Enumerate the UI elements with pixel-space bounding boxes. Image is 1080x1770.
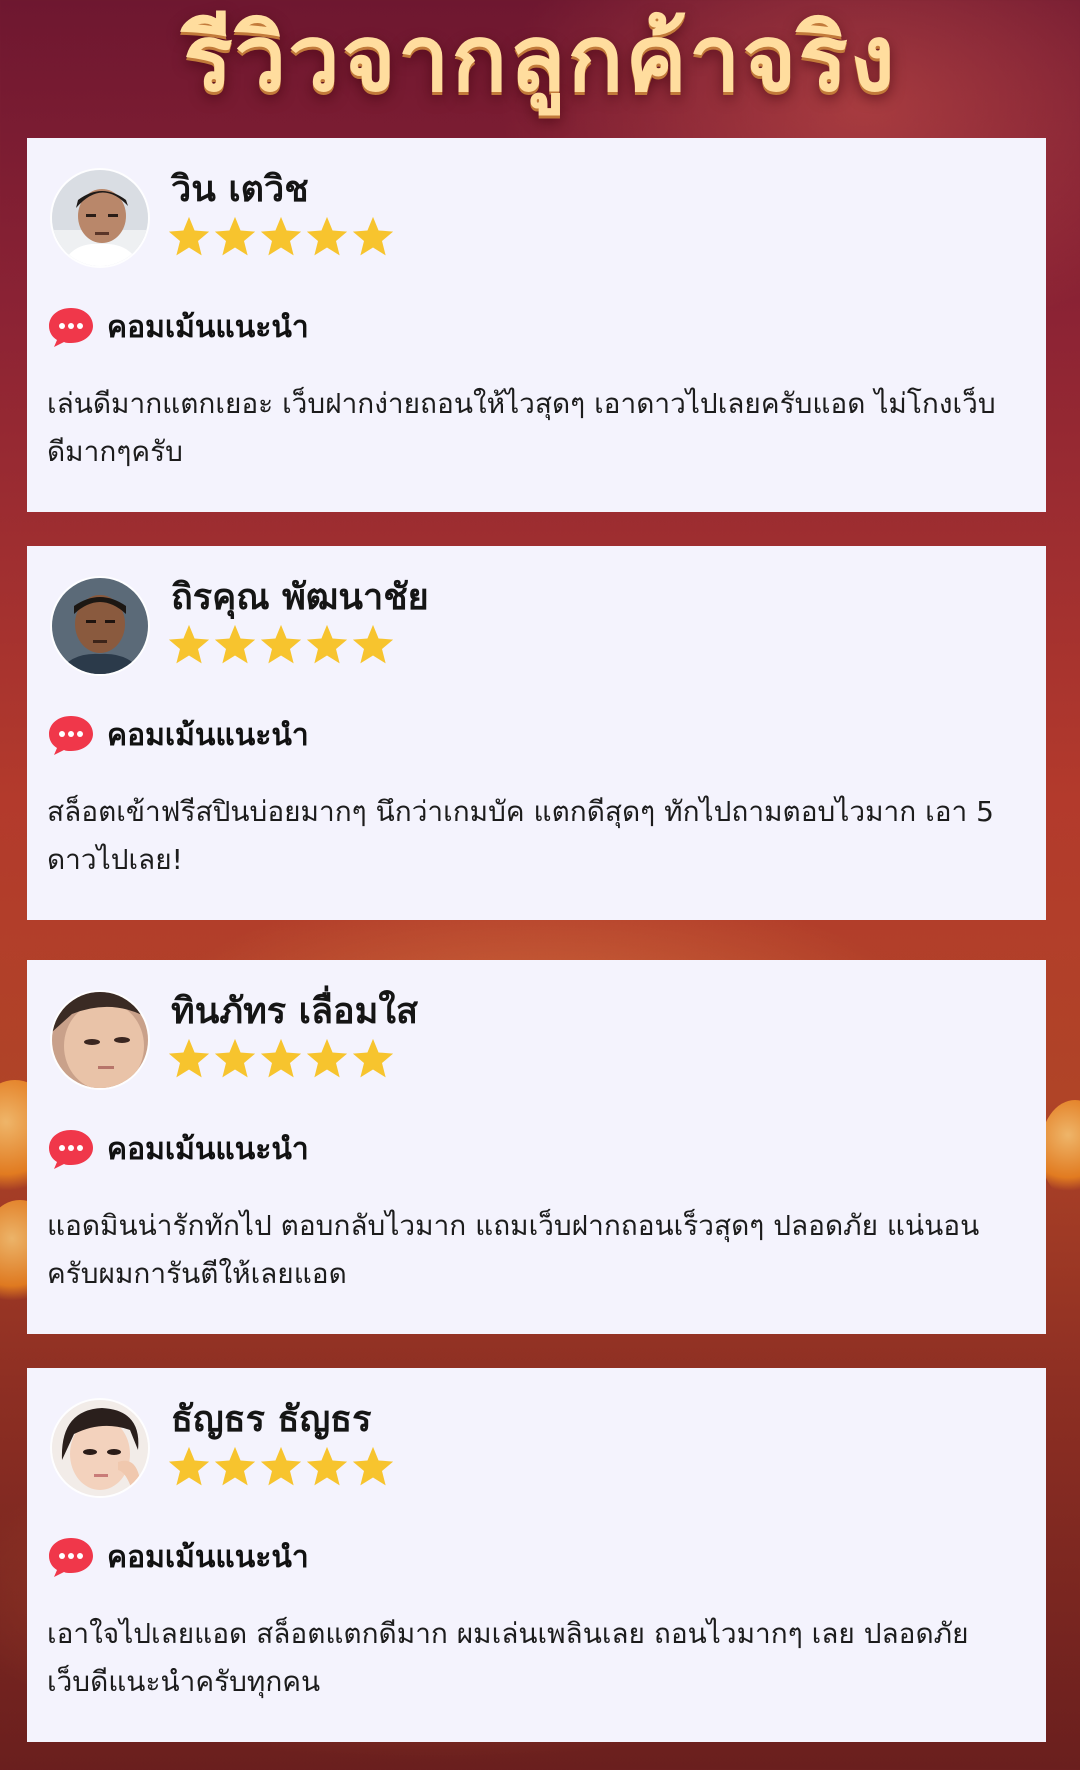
- comment-label: คอมเม้นแนะนำ: [107, 309, 309, 345]
- star-icon: [352, 1446, 394, 1486]
- star-icon: [306, 216, 348, 256]
- avatar-man-cap-icon: [52, 170, 148, 266]
- chat-bubble-icon: [49, 1130, 93, 1169]
- star-icon: [306, 1038, 348, 1078]
- review-text: สล็อตเข้าฟรีสปินบ่อยมากๆ นึกว่าเกมบัค แต…: [47, 795, 994, 876]
- avatar: [52, 992, 148, 1088]
- star-icon: [214, 216, 256, 256]
- lantern-decoration: [1040, 1100, 1080, 1200]
- reviewer-name: ทินภัทร เลื่อมใส: [171, 991, 418, 1032]
- comment-label: คอมเม้นแนะนำ: [107, 1539, 309, 1575]
- star-rating: [166, 214, 396, 260]
- chat-bubble-icon: [49, 308, 93, 347]
- star-rating: [166, 1036, 418, 1082]
- page-title: รีวิวจากลูกค้าจริง: [183, 5, 897, 112]
- avatar: [52, 170, 148, 266]
- star-icon: [352, 624, 394, 664]
- star-icon: [168, 624, 210, 664]
- avatar-man-icon: [52, 578, 148, 674]
- reviewer-name: วิน เตวิช: [171, 169, 309, 210]
- reviewer-name: ถิรคุณ พัฒนาชัย: [171, 577, 429, 618]
- star-icon: [214, 1446, 256, 1486]
- chat-bubble-icon: [49, 1538, 93, 1577]
- star-icon: [352, 216, 394, 256]
- avatar-face-closeup-icon: [52, 992, 148, 1088]
- avatar: [52, 578, 148, 674]
- review-text: เล่นดีมากแตกเยอะ เว็บฝากง่ายถอนให้ไวสุดๆ…: [47, 387, 996, 468]
- star-rating: [166, 1444, 396, 1490]
- star-icon: [260, 1038, 302, 1078]
- star-icon: [168, 216, 210, 256]
- star-icon: [260, 624, 302, 664]
- review-card: วิน เตวิช คอมเม้นแนะนำ เล่นดีมากแตกเยอะ …: [27, 138, 1046, 512]
- star-icon: [168, 1446, 210, 1486]
- reviewer-name: ธัญธร ธัญธร: [171, 1399, 372, 1440]
- star-icon: [260, 216, 302, 256]
- star-rating: [166, 622, 429, 668]
- avatar: [52, 1400, 148, 1496]
- star-icon: [214, 624, 256, 664]
- star-icon: [352, 1038, 394, 1078]
- star-icon: [306, 1446, 348, 1486]
- chat-bubble-icon: [49, 716, 93, 755]
- review-card: ธัญธร ธัญธร คอมเม้นแนะนำ เอาใจไปเลยแอด ส…: [27, 1368, 1046, 1742]
- star-icon: [306, 624, 348, 664]
- comment-label: คอมเม้นแนะนำ: [107, 1131, 309, 1167]
- review-card: ทินภัทร เลื่อมใส คอมเม้นแนะนำ แอดมินน่าร…: [27, 960, 1046, 1334]
- star-icon: [214, 1038, 256, 1078]
- avatar-woman-icon: [52, 1400, 148, 1496]
- star-icon: [168, 1038, 210, 1078]
- review-card: ถิรคุณ พัฒนาชัย คอมเม้นแนะนำ สล็อตเข้าฟร…: [27, 546, 1046, 920]
- review-text: แอดมินน่ารักทักไป ตอบกลับไวมาก แถมเว็บฝา…: [47, 1209, 980, 1290]
- review-text: เอาใจไปเลยแอด สล็อตแตกดีมาก ผมเล่นเพลินเ…: [47, 1617, 969, 1698]
- star-icon: [260, 1446, 302, 1486]
- comment-label: คอมเม้นแนะนำ: [107, 717, 309, 753]
